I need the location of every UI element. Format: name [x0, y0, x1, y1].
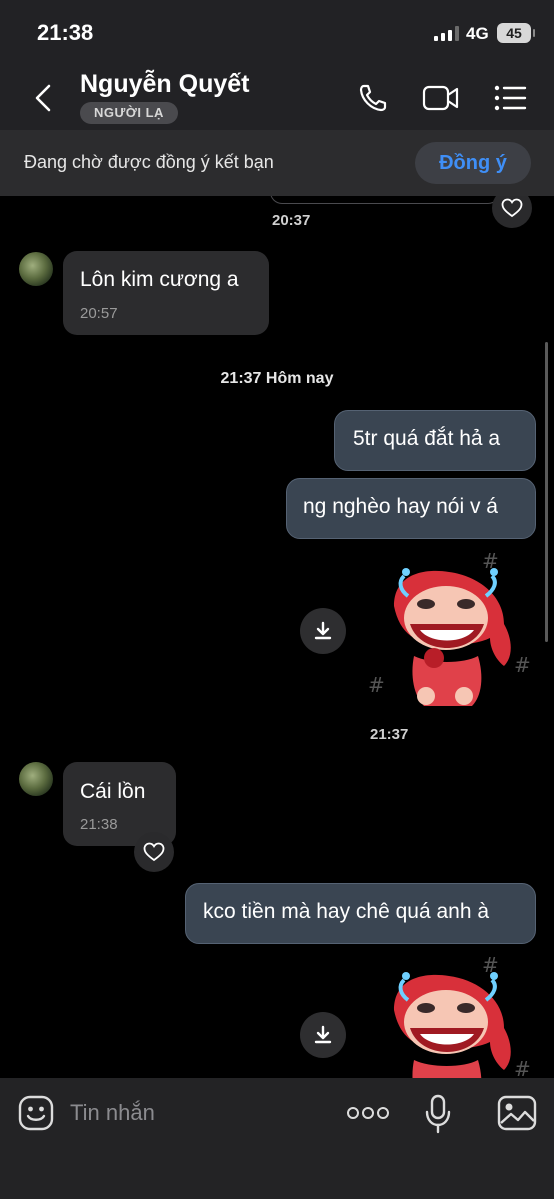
download-button[interactable]	[300, 608, 346, 654]
crying-laugh-sticker[interactable]: # # #	[364, 546, 544, 716]
call-button[interactable]	[353, 78, 393, 118]
download-button[interactable]	[300, 1012, 346, 1058]
message-text: kco tiền mà hay chê quá anh à	[203, 900, 490, 923]
back-icon	[35, 84, 51, 112]
emoji-icon[interactable]	[18, 1095, 54, 1131]
previous-message-bubble[interactable]	[270, 196, 500, 204]
scrollbar[interactable]	[545, 342, 548, 642]
message-text: 5tr quá đắt hả a	[353, 427, 501, 450]
contact-name[interactable]: Nguyễn Quyết	[80, 70, 249, 99]
image-icon[interactable]	[497, 1095, 537, 1131]
friend-request-text: Đang chờ được đồng ý kết bạn	[24, 152, 274, 172]
download-icon	[314, 621, 332, 640]
menu-icon	[494, 85, 527, 111]
network-label: 4G	[466, 24, 489, 43]
react-button[interactable]	[134, 832, 174, 872]
phone-icon	[359, 84, 387, 112]
date-separator: 21:37 Hôm nay	[220, 370, 334, 387]
avatar[interactable]	[19, 762, 53, 796]
svg-text:#: #	[514, 653, 531, 677]
heart-icon	[501, 198, 523, 218]
battery-icon: 45	[497, 23, 535, 43]
avatar[interactable]	[19, 252, 53, 286]
message-text: Cái lồn	[80, 780, 146, 803]
incoming-message-bubble[interactable]	[63, 251, 269, 335]
accept-friend-button[interactable]: Đồng ý	[415, 142, 531, 184]
download-icon	[314, 1025, 332, 1044]
video-icon	[422, 85, 459, 111]
message-time: 20:37	[272, 212, 311, 229]
back-button[interactable]	[28, 78, 58, 118]
mic-icon[interactable]	[424, 1094, 452, 1134]
signal-icon	[434, 25, 459, 41]
react-button[interactable]	[492, 196, 532, 228]
crying-laugh-sticker[interactable]: # #	[364, 950, 544, 1078]
message-input[interactable]: Tin nhắn	[70, 1100, 155, 1126]
svg-text:#: #	[368, 673, 385, 697]
composer-bar	[0, 1078, 554, 1199]
stranger-badge: NGƯỜI LẠ	[80, 102, 178, 124]
message-text: Lôn kim cương a	[80, 268, 239, 291]
message-text: ng nghèo hay nói v á	[303, 495, 498, 518]
message-list[interactable]: 20:37 Lôn kim cương a 20:57 21:37 Hôm na…	[0, 196, 554, 1078]
message-time: 21:38	[80, 816, 118, 833]
more-icon[interactable]	[346, 1103, 390, 1123]
status-time: 21:38	[37, 20, 94, 45]
svg-text:#: #	[514, 1057, 531, 1078]
options-button[interactable]	[490, 78, 530, 118]
message-time: 21:37	[370, 726, 409, 743]
heart-icon	[143, 842, 165, 862]
message-time: 20:57	[80, 305, 118, 322]
video-call-button[interactable]	[421, 78, 461, 118]
